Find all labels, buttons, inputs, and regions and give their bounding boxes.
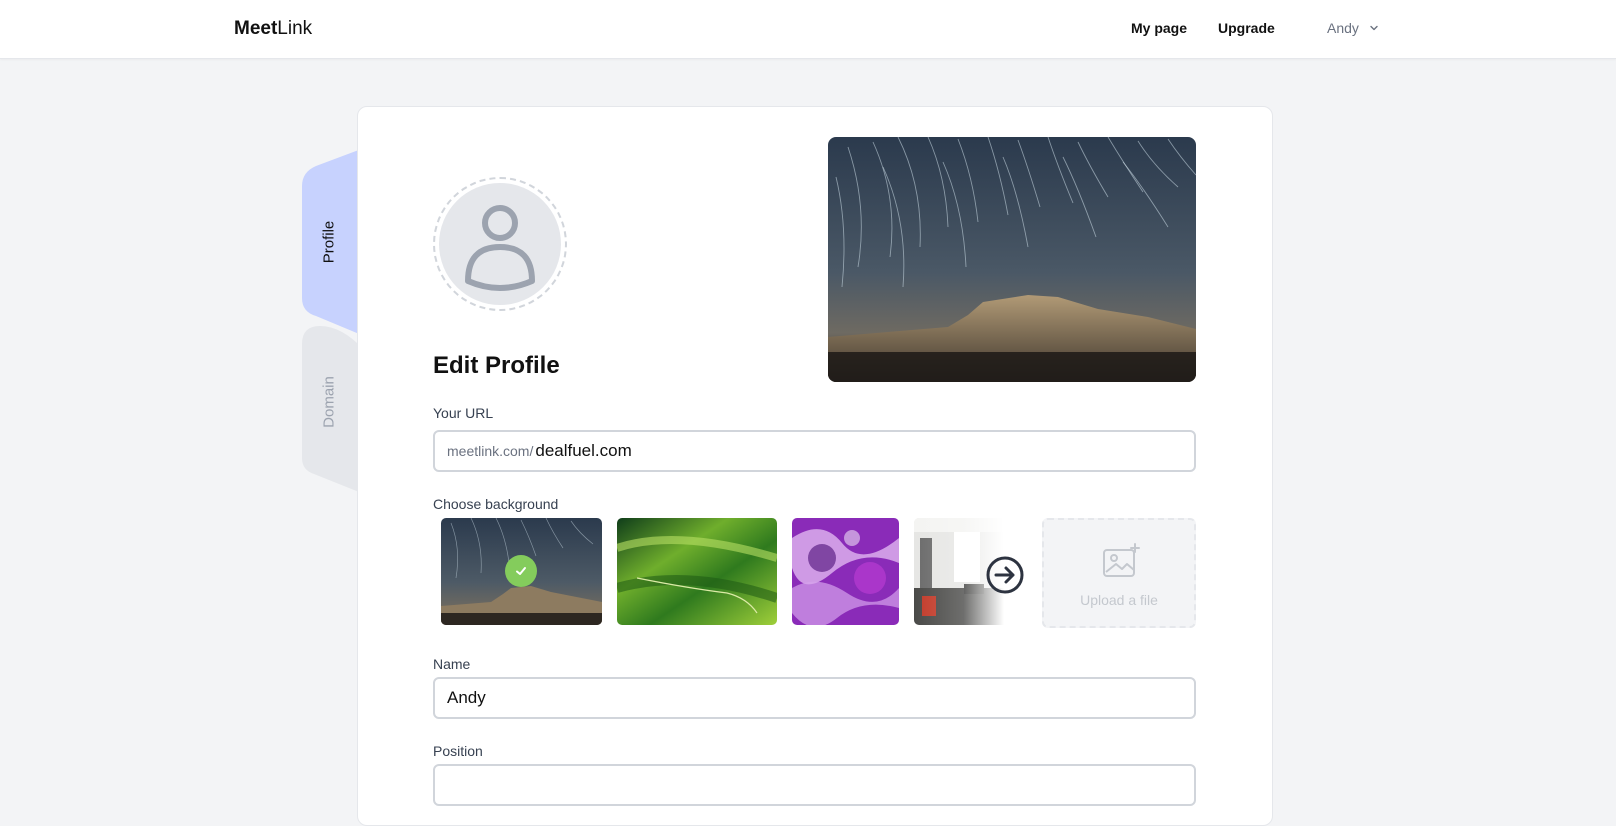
background-label: Choose background xyxy=(433,496,559,512)
arrow-right-circle-icon xyxy=(986,556,1024,594)
url-input[interactable]: dealfuel.com xyxy=(535,441,631,461)
side-tabs: Profile Domain xyxy=(302,148,364,498)
image-add-icon xyxy=(1103,543,1140,577)
avatar-upload[interactable] xyxy=(433,177,567,311)
background-option-green-hills[interactable] xyxy=(617,518,777,625)
name-input[interactable]: Andy xyxy=(447,688,486,708)
logo-bold: Meet xyxy=(234,18,278,39)
cover-image xyxy=(828,137,1196,382)
name-field-label: Name xyxy=(433,656,471,672)
selected-check-icon xyxy=(505,555,537,587)
upload-label: Upload a file xyxy=(1080,592,1158,608)
app-logo[interactable]: MeetLink xyxy=(234,18,312,40)
next-backgrounds-button[interactable] xyxy=(985,555,1025,595)
position-field-label: Position xyxy=(433,743,483,759)
url-field[interactable]: meetlink.com/ dealfuel.com xyxy=(433,430,1196,472)
page-title: Edit Profile xyxy=(433,352,560,379)
side-tabs-background xyxy=(302,148,364,494)
top-navigation-bar: MeetLink My page Upgrade Andy xyxy=(0,0,1616,59)
tab-domain[interactable]: Domain xyxy=(321,376,338,428)
tab-profile[interactable]: Profile xyxy=(321,221,338,264)
nav-upgrade-link[interactable]: Upgrade xyxy=(1218,20,1275,36)
avatar xyxy=(439,183,561,305)
url-field-label: Your URL xyxy=(433,405,494,421)
user-placeholder-icon xyxy=(465,205,535,291)
background-option-purple-marble[interactable] xyxy=(792,518,899,625)
nav-my-page-link[interactable]: My page xyxy=(1131,20,1187,36)
user-menu[interactable]: Andy xyxy=(1327,20,1379,36)
name-field[interactable]: Andy xyxy=(433,677,1196,719)
url-prefix: meetlink.com/ xyxy=(447,443,534,459)
upload-background-button[interactable]: Upload a file xyxy=(1042,518,1196,628)
logo-light: Link xyxy=(277,18,313,39)
position-field[interactable] xyxy=(433,764,1196,806)
chevron-down-icon xyxy=(1370,25,1378,31)
user-name: Andy xyxy=(1327,20,1359,36)
